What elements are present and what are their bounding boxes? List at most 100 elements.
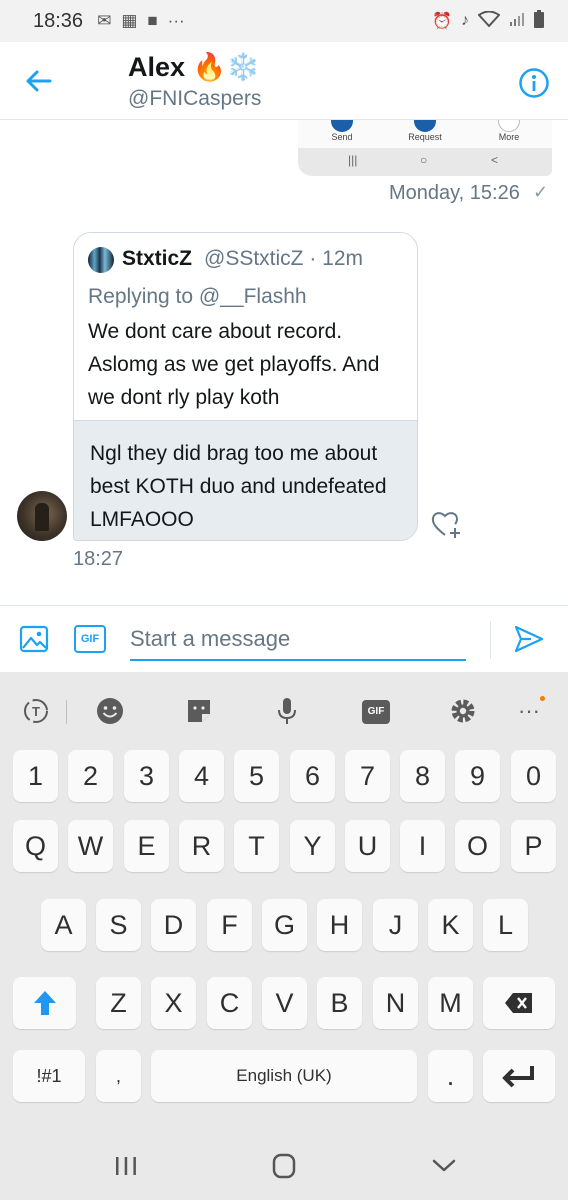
key-g[interactable]: G (262, 899, 307, 951)
key-y[interactable]: Y (290, 820, 335, 872)
key-3[interactable]: 3 (124, 750, 169, 802)
key-f[interactable]: F (207, 899, 252, 951)
key-0[interactable]: 0 (511, 750, 556, 802)
mute-icon: ♪ (461, 12, 469, 29)
key-v[interactable]: V (262, 977, 307, 1029)
period-key[interactable]: . (428, 1050, 473, 1102)
key-4[interactable]: 4 (179, 750, 224, 802)
message-text: Ngl they did brag too me about best KOTH… (90, 442, 387, 531)
contact-handle: @FNICaspers (128, 87, 262, 110)
key-b[interactable]: B (317, 977, 362, 1029)
key-h[interactable]: H (317, 899, 362, 951)
alarm-icon: ⏰ (432, 13, 452, 30)
back-icon[interactable] (427, 1153, 461, 1179)
sent-timestamp: Monday, 15:26 (389, 182, 520, 204)
enter-key[interactable] (483, 1050, 555, 1102)
key-e[interactable]: E (124, 820, 169, 872)
key-z[interactable]: Z (96, 977, 141, 1029)
key-s[interactable]: S (96, 899, 141, 951)
image-recent-apps-icon: ||| (348, 153, 358, 167)
settings-gear-icon[interactable] (446, 696, 480, 726)
key-6[interactable]: 6 (290, 750, 335, 802)
image-request-button: Request (395, 120, 455, 142)
sent-image-attachment[interactable]: Send Request More ||| ○ < (298, 120, 552, 176)
image-send-button: Send (312, 120, 372, 142)
conversation-header: Alex 🔥❄️ @FNICaspers (0, 42, 568, 120)
key-7[interactable]: 7 (345, 750, 390, 802)
status-time: 18:36 (33, 9, 84, 32)
emoji-icon[interactable] (93, 696, 127, 726)
translate-icon[interactable]: T (19, 696, 53, 726)
key-9[interactable]: 9 (455, 750, 500, 802)
quoted-author-avatar (88, 247, 114, 273)
quoted-author-name: StxticZ (122, 247, 193, 270)
quoted-tweet-card[interactable]: StxticZ @SStxticZ · 12m Replying to @__F… (74, 233, 417, 421)
battery-icon (534, 9, 544, 33)
gif-picker-button[interactable]: GIF (74, 625, 106, 653)
message-body: Ngl they did brag too me about best KOTH… (74, 421, 417, 540)
system-navigation-bar (0, 1130, 568, 1200)
back-arrow-icon[interactable] (24, 66, 54, 96)
key-i[interactable]: I (400, 820, 445, 872)
key-j[interactable]: J (373, 899, 418, 951)
toolbar-divider (66, 700, 67, 724)
microphone-icon[interactable] (270, 696, 304, 726)
key-1[interactable]: 1 (13, 750, 58, 802)
image-picker-icon[interactable] (19, 624, 49, 654)
gallery-icon: ▦ (121, 11, 138, 30)
message-input[interactable] (130, 619, 466, 661)
key-8[interactable]: 8 (400, 750, 445, 802)
key-t[interactable]: T (234, 820, 279, 872)
svg-text:T: T (32, 704, 40, 719)
quoted-author-handle: @SStxticZ · 12m (204, 247, 364, 270)
space-bar[interactable]: English (UK) (151, 1050, 417, 1102)
image-more-button: More (479, 120, 539, 142)
contact-name: Alex 🔥❄️ (128, 52, 260, 82)
soft-keyboard: T GIF ··· 1234567890QWERTYUIOPASDFGHJKLZ… (0, 672, 568, 1200)
more-notifications-icon: ··· (167, 11, 185, 30)
key-d[interactable]: D (151, 899, 196, 951)
status-icons: ⏰ ♪ (432, 9, 544, 33)
home-icon[interactable] (267, 1153, 301, 1179)
key-p[interactable]: P (511, 820, 556, 872)
key-w[interactable]: W (68, 820, 113, 872)
received-timestamp: 18:27 (73, 548, 124, 570)
image-back-icon: < (491, 153, 499, 167)
shift-key[interactable] (13, 977, 76, 1029)
key-m[interactable]: M (428, 977, 473, 1029)
backspace-key[interactable] (483, 977, 555, 1029)
send-icon[interactable] (513, 624, 545, 654)
mail-icon: ✉ (97, 11, 112, 30)
read-receipt-icon: ✓ (533, 182, 549, 202)
add-reaction-icon[interactable] (430, 508, 464, 542)
key-c[interactable]: C (207, 977, 252, 1029)
key-o[interactable]: O (455, 820, 500, 872)
received-message-bubble[interactable]: StxticZ @SStxticZ · 12m Replying to @__F… (73, 232, 418, 541)
key-n[interactable]: N (373, 977, 418, 1029)
game-controller-icon: ■ (147, 11, 158, 30)
key-k[interactable]: K (428, 899, 473, 951)
key-r[interactable]: R (179, 820, 224, 872)
key-q[interactable]: Q (13, 820, 58, 872)
sticker-icon[interactable] (182, 696, 216, 726)
key-5[interactable]: 5 (234, 750, 279, 802)
recent-apps-icon[interactable] (109, 1153, 143, 1179)
key-x[interactable]: X (151, 977, 196, 1029)
key-l[interactable]: L (483, 899, 528, 951)
status-bar: 18:36 ✉ ▦ ■ ··· ⏰ ♪ (0, 0, 568, 42)
signal-icon (509, 11, 525, 32)
key-a[interactable]: A (41, 899, 86, 951)
replying-to-label: Replying to @__Flashh (88, 285, 307, 308)
key-2[interactable]: 2 (68, 750, 113, 802)
info-icon[interactable] (518, 67, 550, 99)
composer-divider (490, 621, 491, 659)
notification-dot (540, 696, 545, 701)
sender-avatar[interactable] (17, 491, 67, 541)
comma-key[interactable]: , (96, 1050, 141, 1102)
image-home-icon: ○ (420, 153, 428, 167)
symbols-key[interactable]: !#1 (13, 1050, 85, 1102)
keyboard-gif-button[interactable]: GIF (362, 700, 390, 724)
message-composer: GIF (0, 605, 568, 672)
key-u[interactable]: U (345, 820, 390, 872)
wifi-icon (477, 10, 501, 32)
